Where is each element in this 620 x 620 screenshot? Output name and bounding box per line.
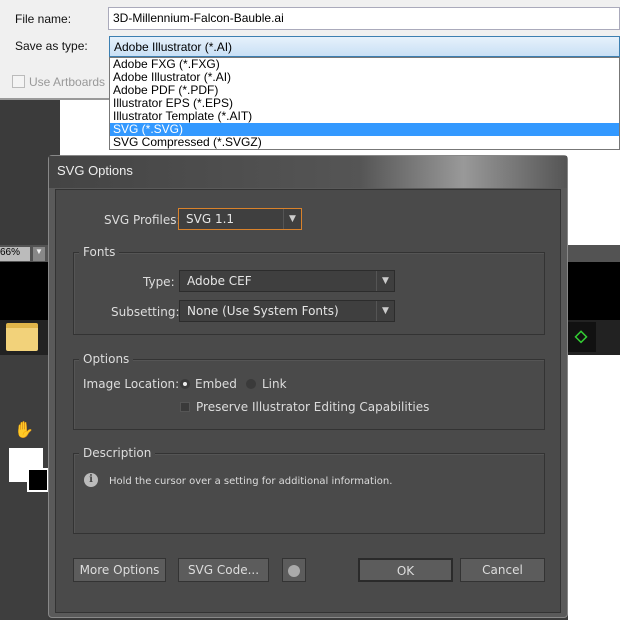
description-group [73, 453, 545, 534]
fonts-group-label: Fonts [79, 245, 120, 259]
app-icon[interactable]: ◇ [566, 322, 596, 352]
zoom-dropdown[interactable]: ▼ [33, 247, 45, 261]
preserve-label: Preserve Illustrator Editing Capabilitie… [196, 400, 430, 414]
use-artboards-label: Use Artboards [29, 75, 106, 89]
description-group-label: Description [79, 446, 156, 460]
font-type-value: Adobe CEF [187, 274, 252, 288]
embed-label: Embed [195, 377, 237, 391]
hand-tool-icon[interactable]: ✋ [14, 420, 34, 440]
type-option[interactable]: Illustrator Template (*.AIT) [110, 110, 619, 123]
file-name-label: File name: [15, 12, 72, 26]
font-type-select[interactable]: Adobe CEF ▼ [179, 270, 395, 292]
use-artboards-checkbox[interactable] [12, 75, 25, 88]
stroke-swatch[interactable] [27, 468, 49, 492]
svg-options-dialog: SVG Options SVG Profiles: SVG 1.1 ▼ Fonts… [48, 155, 568, 618]
dialog-body: SVG Profiles: SVG 1.1 ▼ Fonts Type: Adobe… [55, 189, 561, 613]
more-options-button[interactable]: More Options [73, 558, 166, 582]
link-label: Link [262, 377, 287, 391]
image-location-label: Image Location: [83, 377, 180, 391]
chevron-down-icon: ▼ [376, 301, 394, 321]
options-group-label: Options [79, 352, 134, 366]
right-canvas [568, 355, 620, 620]
web-preview-button[interactable] [282, 558, 306, 582]
save-as-type-select[interactable]: Adobe Illustrator (*.AI) [109, 36, 620, 57]
description-text: Hold the cursor over a setting for addit… [109, 476, 393, 487]
cancel-button[interactable]: Cancel [460, 558, 545, 582]
svg-code-button[interactable]: SVG Code... [178, 558, 269, 582]
chevron-down-icon: ▼ [376, 271, 394, 291]
save-type-dropdown-list: Adobe FXG (*.FXG) Adobe Illustrator (*.A… [109, 57, 620, 150]
file-name-input[interactable]: 3D-Millennium-Falcon-Bauble.ai [108, 7, 620, 30]
globe-icon [288, 564, 300, 577]
type-option[interactable]: SVG Compressed (*.SVGZ) [110, 136, 619, 149]
svg-profiles-select[interactable]: SVG 1.1 ▼ [178, 208, 302, 230]
folder-icon[interactable] [6, 323, 38, 351]
dialog-title[interactable]: SVG Options [49, 156, 567, 188]
options-group [73, 359, 545, 430]
zoom-field[interactable]: 66% [0, 247, 30, 261]
chevron-down-icon: ▼ [283, 209, 301, 229]
link-radio[interactable] [246, 379, 256, 389]
info-icon: i [84, 473, 98, 487]
ok-button[interactable]: OK [358, 558, 453, 582]
font-type-label: Type: [143, 275, 175, 289]
save-as-type-label: Save as type: [15, 39, 88, 53]
subsetting-label: Subsetting: [111, 305, 180, 319]
preserve-checkbox[interactable] [180, 402, 190, 412]
subsetting-value: None (Use System Fonts) [187, 304, 339, 318]
fonts-group [73, 252, 545, 335]
subsetting-select[interactable]: None (Use System Fonts) ▼ [179, 300, 395, 322]
embed-radio[interactable] [180, 379, 190, 389]
svg-profiles-label: SVG Profiles: [104, 213, 181, 227]
svg-profiles-value: SVG 1.1 [186, 212, 235, 226]
